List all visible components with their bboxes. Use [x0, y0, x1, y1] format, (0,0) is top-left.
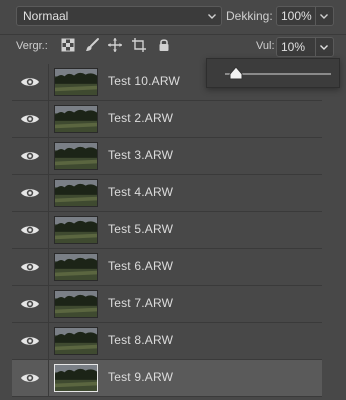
eye-icon[interactable]	[20, 334, 40, 348]
layer-thumbnail[interactable]	[54, 142, 98, 170]
layer-name: Test 4.ARW	[108, 185, 174, 199]
lock-artboard-icon[interactable]	[131, 37, 147, 53]
layer-divider	[48, 286, 49, 322]
layer-name: Test 3.ARW	[108, 148, 174, 162]
lock-image-pixels-icon[interactable]	[84, 37, 100, 53]
layer-name: Test 9.ARW	[108, 370, 174, 384]
layer-name: Test 6.ARW	[108, 259, 174, 273]
fill-slider-popup	[206, 58, 340, 88]
fill-value: 10%	[281, 40, 306, 54]
lock-bar: Vergr.: Vul: 10%	[0, 35, 346, 57]
layer-divider	[48, 360, 49, 396]
opacity-field[interactable]: 100%	[276, 6, 334, 26]
opacity-label: Dekking:	[226, 9, 273, 23]
opacity-value: 100%	[281, 9, 312, 23]
lock-all-icon[interactable]	[156, 37, 172, 53]
eye-icon[interactable]	[20, 223, 40, 237]
layer-name: Test 7.ARW	[108, 296, 174, 310]
eye-icon[interactable]	[20, 297, 40, 311]
lock-transparent-pixels-icon[interactable]	[60, 37, 76, 53]
eye-icon[interactable]	[20, 112, 40, 126]
layer-row[interactable]: Test 6.ARW	[12, 249, 322, 286]
layer-thumbnail[interactable]	[54, 290, 98, 318]
fill-field[interactable]: 10%	[276, 37, 334, 57]
layer-name: Test 5.ARW	[108, 222, 174, 236]
chevron-down-icon[interactable]	[319, 11, 329, 21]
layer-thumbnail[interactable]	[54, 105, 98, 133]
layers-list: Test 10.ARW Test 2.ARW Test 3.ARW Test 4.AR…	[12, 64, 322, 397]
layer-thumbnail[interactable]	[54, 253, 98, 281]
layer-thumbnail[interactable]	[54, 216, 98, 244]
chevron-down-icon	[208, 14, 216, 19]
layer-divider	[48, 249, 49, 285]
layer-name: Test 2.ARW	[108, 111, 174, 125]
layer-divider	[48, 212, 49, 248]
eye-icon[interactable]	[20, 186, 40, 200]
layer-row[interactable]: Test 7.ARW	[12, 286, 322, 323]
layer-name: Test 8.ARW	[108, 333, 174, 347]
layer-thumbnail[interactable]	[54, 179, 98, 207]
layer-thumbnail[interactable]	[54, 68, 98, 96]
eye-icon[interactable]	[20, 371, 40, 385]
eye-icon[interactable]	[20, 149, 40, 163]
layer-divider	[48, 175, 49, 211]
eye-icon[interactable]	[20, 260, 40, 274]
eye-icon[interactable]	[20, 75, 40, 89]
lock-position-icon[interactable]	[107, 37, 123, 53]
fill-field-divider	[315, 38, 316, 56]
layer-divider	[48, 138, 49, 174]
layer-row[interactable]: Test 3.ARW	[12, 138, 322, 175]
layer-divider	[48, 101, 49, 137]
layer-divider	[48, 323, 49, 359]
layer-thumbnail[interactable]	[54, 327, 98, 355]
fill-slider-thumb[interactable]	[228, 66, 244, 80]
layer-thumbnail[interactable]	[54, 364, 98, 392]
layer-options-bar: Normaal Dekking: 100%	[0, 0, 346, 34]
blend-mode-select[interactable]: Normaal	[16, 6, 222, 26]
layer-row[interactable]: Test 5.ARW	[12, 212, 322, 249]
blend-mode-value: Normaal	[23, 9, 69, 23]
opacity-field-divider	[315, 7, 316, 25]
fill-label: Vul:	[256, 40, 275, 52]
layer-name: Test 10.ARW	[108, 74, 181, 88]
layer-row[interactable]: Test 4.ARW	[12, 175, 322, 212]
layer-row[interactable]: Test 2.ARW	[12, 101, 322, 138]
layer-row[interactable]: Test 9.ARW	[12, 360, 322, 397]
layer-row[interactable]: Test 8.ARW	[12, 323, 322, 360]
layer-divider	[48, 64, 49, 100]
lock-label: Vergr.:	[16, 40, 48, 52]
chevron-down-icon[interactable]	[319, 42, 329, 52]
